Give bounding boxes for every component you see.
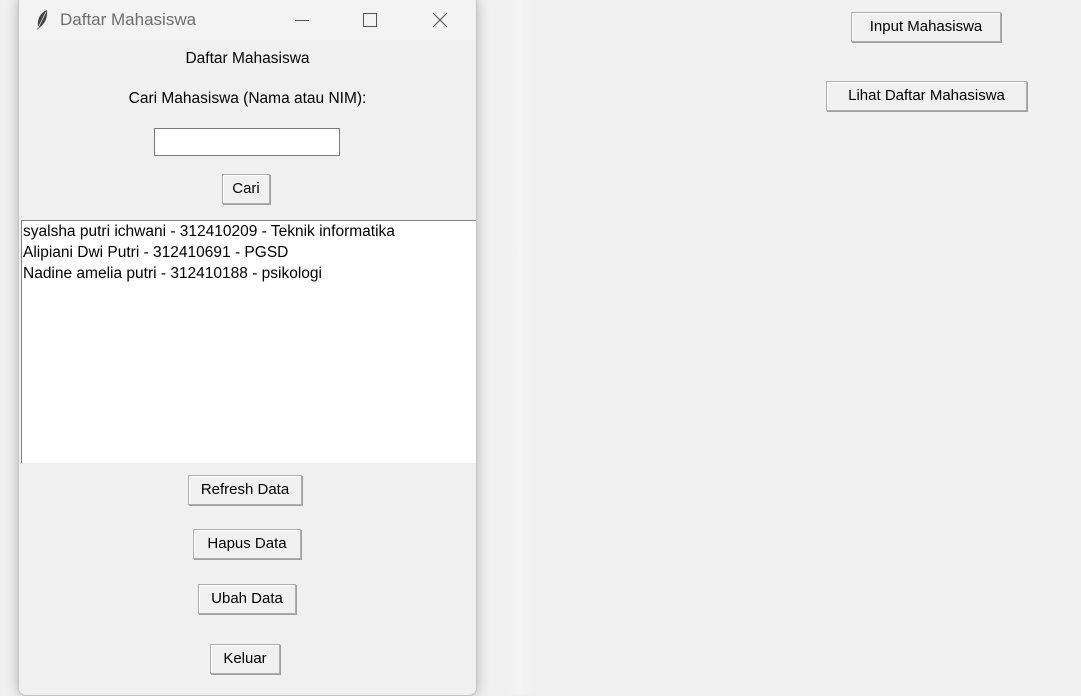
- hapus-data-button[interactable]: Hapus Data: [193, 529, 301, 559]
- cari-button[interactable]: Cari: [222, 174, 270, 204]
- minimize-icon[interactable]: [287, 6, 317, 34]
- background: [500, 0, 540, 695]
- lihat-daftar-button[interactable]: Lihat Daftar Mahasiswa: [826, 81, 1027, 111]
- daftar-mahasiswa-window: Daftar Mahasiswa Daftar Mahasiswa Cari M…: [18, 0, 477, 696]
- search-label: Cari Mahasiswa (Nama atau NIM):: [128, 90, 367, 107]
- student-listbox[interactable]: syalsha putri ichwani - 312410209 - Tekn…: [21, 220, 476, 463]
- refresh-data-button[interactable]: Refresh Data: [188, 475, 302, 505]
- window-title: Daftar Mahasiswa: [60, 10, 197, 29]
- title-bar[interactable]: Daftar Mahasiswa: [19, 0, 476, 40]
- heading-label: Daftar Mahasiswa: [185, 50, 310, 67]
- maximize-icon[interactable]: [355, 6, 385, 34]
- keluar-button[interactable]: Keluar: [210, 644, 280, 674]
- list-item[interactable]: syalsha putri ichwani - 312410209 - Tekn…: [22, 221, 476, 242]
- close-icon[interactable]: [425, 6, 455, 34]
- search-input[interactable]: [154, 128, 340, 156]
- list-item[interactable]: Nadine amelia putri - 312410188 - psikol…: [22, 263, 476, 284]
- feather-icon: [35, 9, 49, 31]
- input-mahasiswa-button[interactable]: Input Mahasiswa: [851, 12, 1001, 42]
- ubah-data-button[interactable]: Ubah Data: [198, 584, 296, 614]
- list-item[interactable]: Alipiani Dwi Putri - 312410691 - PGSD: [22, 242, 476, 263]
